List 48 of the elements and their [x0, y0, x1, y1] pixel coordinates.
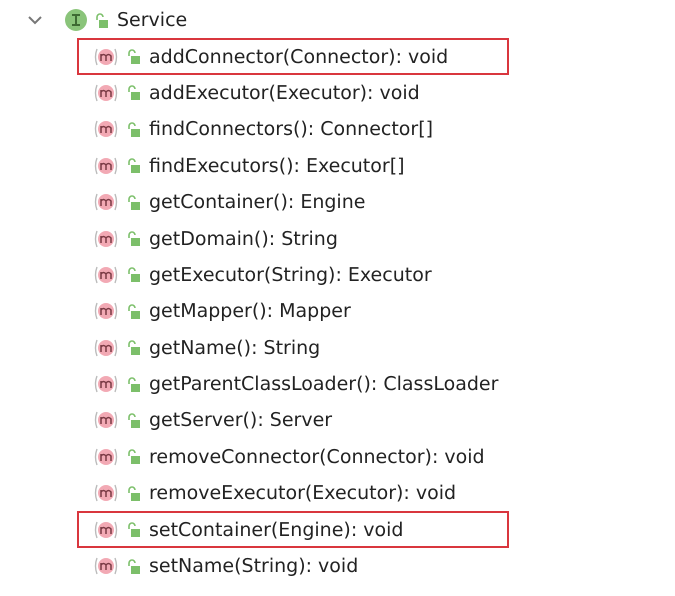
tree-item[interactable]: findExecutors(): Executor[]	[77, 148, 509, 184]
lock-icon	[127, 339, 141, 356]
method-label: getMapper(): Mapper	[149, 300, 351, 322]
lock-icon	[127, 448, 141, 466]
method-label: removeConnector(Connector): void	[149, 446, 485, 468]
tree-node-label[interactable]: Service	[117, 9, 188, 32]
tree-item[interactable]: setContainer(Engine): void	[77, 511, 509, 548]
tree-item[interactable]: getContainer(): Engine	[77, 184, 509, 220]
lock-icon	[127, 558, 141, 575]
method-label: getExecutor(String): Executor	[149, 264, 432, 286]
method-label: getDomain(): String	[149, 228, 338, 250]
tree-item[interactable]: removeExecutor(Executor): void	[77, 475, 509, 512]
tree-item[interactable]: getName(): String	[77, 330, 509, 366]
lock-icon	[127, 412, 141, 429]
method-label: setContainer(Engine): void	[149, 518, 404, 541]
tree-item[interactable]: getDomain(): String	[77, 220, 509, 257]
method-label: removeExecutor(Executor): void	[149, 482, 456, 504]
tree-item[interactable]: getExecutor(String): Executor	[77, 256, 509, 294]
lock-icon	[127, 376, 141, 393]
method-label: addConnector(Connector): void	[149, 46, 448, 68]
method-label: setName(String): void	[149, 555, 358, 578]
lock-icon	[127, 157, 141, 174]
method-label: findExecutors(): Executor[]	[149, 154, 405, 177]
lock-icon	[127, 120, 141, 138]
method-label: getContainer(): Engine	[149, 191, 366, 214]
lock-icon	[127, 521, 141, 538]
tree-item[interactable]: addExecutor(Executor): void	[77, 74, 509, 112]
method-label: getParentClassLoader(): ClassLoader	[149, 373, 498, 396]
tree-item[interactable]: findConnectors(): Connector[]	[77, 111, 509, 148]
lock-icon	[127, 194, 141, 211]
lock-icon	[127, 230, 141, 248]
lock-icon	[127, 48, 141, 66]
tree-item[interactable]: getServer(): Server	[77, 402, 509, 439]
lock-icon	[127, 84, 141, 102]
lock-icon	[95, 12, 109, 29]
method-label: addExecutor(Executor): void	[149, 82, 420, 104]
lock-icon	[127, 302, 141, 320]
tree-item[interactable]: getParentClassLoader(): ClassLoader	[77, 366, 509, 402]
tree-item[interactable]: removeConnector(Connector): void	[77, 438, 509, 476]
lock-icon	[127, 484, 141, 502]
interface-icon	[65, 9, 87, 32]
lock-icon	[127, 266, 141, 284]
tree-item[interactable]: getMapper(): Mapper	[77, 293, 509, 330]
tree-item[interactable]: addConnector(Connector): void	[77, 38, 509, 75]
method-label: getServer(): Server	[149, 409, 332, 432]
method-label: findConnectors(): Connector[]	[149, 118, 434, 140]
tree-item[interactable]: setName(String): void	[77, 548, 509, 584]
method-label: getName(): String	[149, 336, 320, 359]
